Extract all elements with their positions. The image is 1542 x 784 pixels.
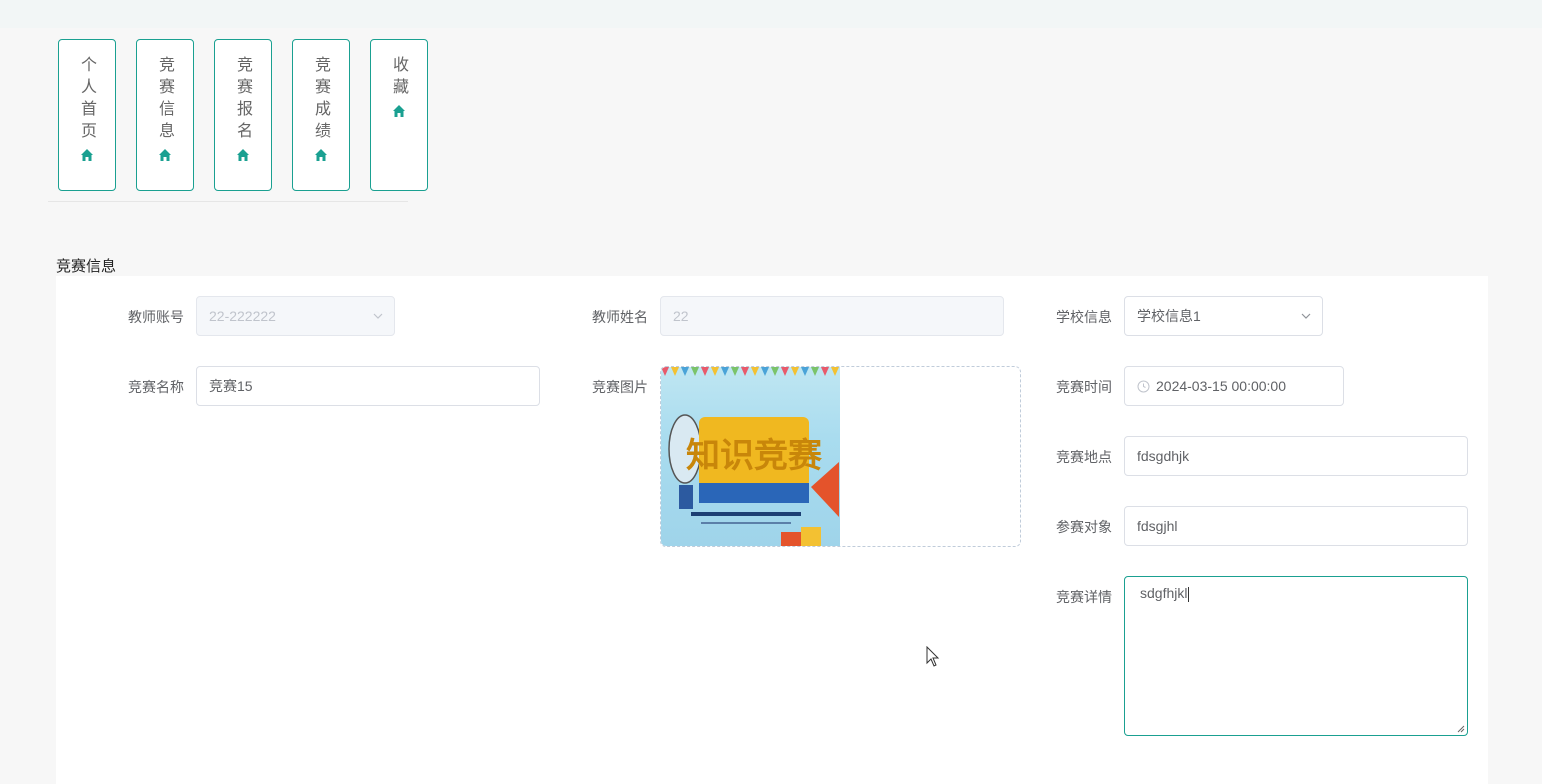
school-info-select[interactable]: 学校信息1: [1124, 296, 1323, 336]
chevron-down-icon: [373, 313, 383, 319]
contest-details-value: sdgfhjkl: [1140, 585, 1188, 601]
contest-time-picker[interactable]: 2024-03-15 00:00:00: [1124, 366, 1344, 406]
teacher-account-select[interactable]: 22-222222: [196, 296, 395, 336]
mouse-cursor-icon: [926, 646, 940, 667]
home-icon: [159, 149, 171, 161]
school-info-label: 学校信息: [1056, 310, 1112, 326]
participants-input[interactable]: fdsgjhl: [1124, 506, 1468, 546]
poster-graphic: 知识竞赛: [661, 367, 839, 546]
nav-label: 竞赛成绩: [312, 56, 331, 144]
home-icon: [81, 149, 93, 161]
home-icon: [393, 105, 405, 117]
teacher-name-label: 教师姓名: [592, 310, 648, 326]
image-upload-area[interactable]: 知识竞赛: [660, 366, 1021, 547]
teacher-account-value: 22-222222: [209, 308, 276, 324]
home-icon: [237, 149, 249, 161]
contest-location-label: 竞赛地点: [1056, 450, 1112, 466]
section-title: 竞赛信息: [56, 257, 117, 275]
participants-label: 参赛对象: [1056, 520, 1112, 536]
contest-location-input[interactable]: fdsgdhjk: [1124, 436, 1468, 476]
contest-time-value: 2024-03-15 00:00:00: [1156, 378, 1286, 394]
chevron-down-icon: [1301, 313, 1311, 319]
nav-favorites[interactable]: 收藏: [370, 39, 428, 191]
teacher-name-input[interactable]: 22: [660, 296, 1004, 336]
nav-contest-info[interactable]: 竞赛信息: [136, 39, 194, 191]
home-icon: [315, 149, 327, 161]
nav-contest-signup[interactable]: 竞赛报名: [214, 39, 272, 191]
poster-title: 知识竞赛: [686, 436, 823, 476]
contest-form-panel: 教师账号 22-222222 教师姓名 22 学校信息 学校信息1 竞赛名称 竞…: [56, 276, 1488, 784]
contest-time-label: 竞赛时间: [1056, 380, 1112, 396]
clock-icon: [1137, 380, 1150, 392]
nav-label: 收藏: [390, 56, 409, 100]
nav-divider: [48, 201, 408, 202]
teacher-account-label: 教师账号: [128, 310, 184, 326]
nav-label: 个人首页: [78, 56, 97, 144]
top-bar: [0, 0, 1542, 28]
text-caret: [1188, 586, 1190, 602]
school-info-value: 学校信息1: [1137, 308, 1201, 324]
nav-contest-scores[interactable]: 竞赛成绩: [292, 39, 350, 191]
contest-details-label: 竞赛详情: [1056, 590, 1112, 606]
resize-handle-icon[interactable]: [1455, 723, 1465, 733]
contest-name-value: 竞赛15: [209, 378, 253, 394]
contest-image-label: 竞赛图片: [592, 380, 648, 396]
nav-label: 竞赛报名: [234, 56, 253, 144]
contest-details-textarea[interactable]: sdgfhjkl: [1124, 576, 1468, 736]
contest-name-input[interactable]: 竞赛15: [196, 366, 540, 406]
participants-value: fdsgjhl: [1137, 518, 1178, 534]
contest-location-value: fdsgdhjk: [1137, 448, 1190, 464]
contest-poster-image: 知识竞赛: [661, 367, 840, 546]
nav-label: 竞赛信息: [156, 56, 175, 144]
nav-personal-home[interactable]: 个人首页: [58, 39, 116, 191]
teacher-name-value: 22: [673, 308, 689, 324]
contest-name-label: 竞赛名称: [128, 380, 184, 396]
